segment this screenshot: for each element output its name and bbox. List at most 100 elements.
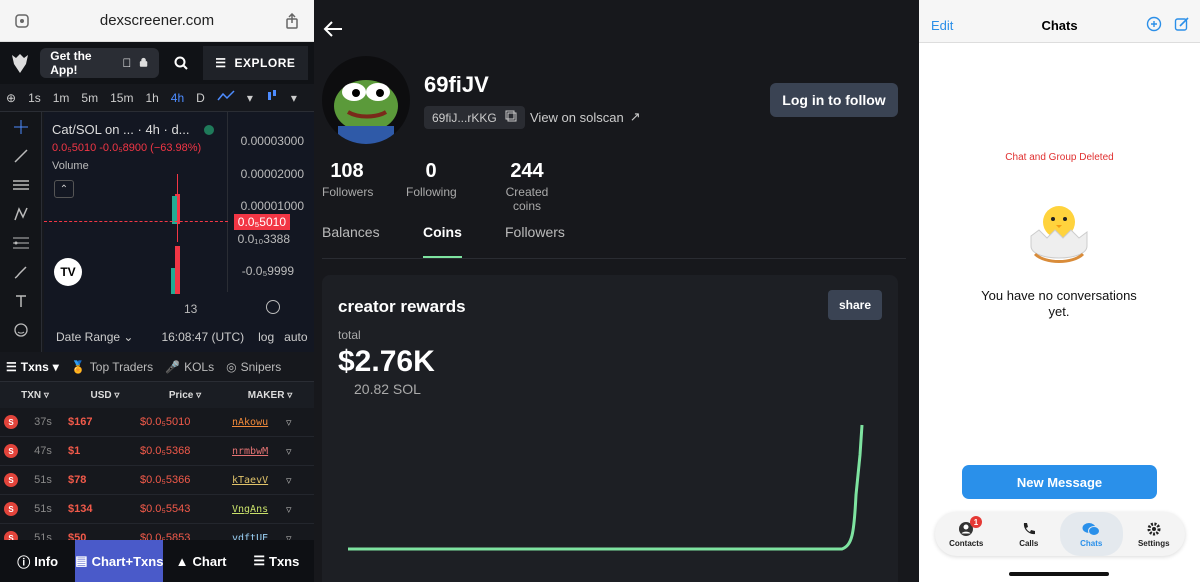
nav-chart[interactable]: ▲ Chart: [163, 540, 238, 582]
chart-type-icon[interactable]: [211, 90, 241, 105]
col-txn[interactable]: TXN ▿: [0, 390, 70, 401]
col-maker[interactable]: MAKER ▿: [230, 390, 310, 401]
tab-chats[interactable]: Chats: [1060, 512, 1123, 556]
tab-calls[interactable]: Calls: [998, 512, 1061, 556]
table-row[interactable]: S 51s $134 $0.0₅5543 VngAns ▿: [0, 495, 314, 524]
filter-icon[interactable]: ▿: [286, 503, 292, 516]
explore-button[interactable]: ☰ EXPLORE: [202, 46, 309, 80]
url-text[interactable]: dexscreener.com: [44, 12, 270, 29]
row-maker[interactable]: nrmbwM: [232, 446, 286, 457]
share-button[interactable]: share: [828, 290, 882, 320]
contacts-badge: 1: [970, 516, 982, 528]
new-message-button[interactable]: New Message: [962, 465, 1157, 499]
nav-txns[interactable]: ☰ Txns: [239, 540, 314, 582]
log-toggle[interactable]: log: [248, 330, 280, 344]
date-range-label: Date Range: [56, 330, 121, 344]
filter-icon[interactable]: ▿: [286, 416, 292, 429]
tab-coins[interactable]: Coins: [423, 224, 462, 258]
tf-4h[interactable]: 4h: [165, 91, 190, 105]
row-maker[interactable]: VngAns: [232, 504, 286, 515]
hatching-chick-icon: [1030, 206, 1088, 263]
stat-value: 244: [510, 160, 544, 182]
chart-bottom-bar: Date Range ⌄ 16:08:47 (UTC) log auto: [44, 324, 314, 350]
text-icon[interactable]: [0, 286, 41, 315]
row-age: 51s: [34, 503, 52, 515]
brush-icon[interactable]: [0, 257, 41, 286]
col-usd[interactable]: USD ▿: [70, 390, 140, 401]
solscan-link[interactable]: View on solscan ↗: [530, 109, 641, 125]
chart-canvas[interactable]: Cat/SOL on ... · 4h · d... 0.0₅5010 -0.0…: [44, 112, 314, 352]
filter-icon[interactable]: ▿: [286, 445, 292, 458]
chat-bubbles-icon: [1082, 522, 1101, 536]
tab-calls-label: Calls: [1019, 538, 1039, 548]
horizontal-lines-icon[interactable]: [0, 170, 41, 199]
tab-contacts[interactable]: 1 Contacts: [935, 512, 998, 556]
row-maker[interactable]: kTaevV: [232, 475, 286, 486]
chevron-down-icon[interactable]: ▾: [241, 91, 259, 105]
empty-state-text: You have no conversations yet.: [981, 288, 1137, 319]
copy-icon[interactable]: [505, 110, 517, 125]
nav-chart-txns[interactable]: ▤ Chart+Txns: [75, 540, 164, 582]
fib-icon[interactable]: [0, 228, 41, 257]
nav-info[interactable]: ⓘ Info: [0, 540, 75, 582]
tf-1s[interactable]: 1s: [22, 91, 47, 105]
tradingview-logo-icon[interactable]: TV: [54, 258, 82, 286]
dexscreener-logo-icon[interactable]: [6, 48, 34, 78]
price-chart[interactable]: Cat/SOL on ... · 4h · d... 0.0₅5010 -0.0…: [0, 112, 314, 352]
site-settings-icon[interactable]: [0, 13, 44, 29]
share-icon[interactable]: [270, 12, 314, 29]
chart-icon: ▲: [175, 553, 189, 569]
stat-label: Following: [406, 185, 457, 199]
tab-followers[interactable]: Followers: [505, 224, 565, 240]
table-row[interactable]: S 37s $167 $0.0₅5010 nAkowu ▿: [0, 408, 314, 437]
col-usd-label: USD: [90, 389, 112, 401]
login-follow-button[interactable]: Log in to follow: [770, 83, 898, 117]
crosshair-icon[interactable]: [0, 112, 41, 141]
row-maker[interactable]: nAkowu: [232, 417, 286, 428]
get-app-button[interactable]: Get the App! : [40, 48, 159, 78]
tf-d[interactable]: D: [190, 91, 211, 105]
date-range-button[interactable]: Date Range ⌄: [44, 330, 145, 344]
tab-txns[interactable]: ☰ Txns ▾: [0, 360, 65, 374]
compose-icon[interactable]: [1174, 16, 1190, 32]
new-group-icon[interactable]: [1146, 16, 1162, 32]
x-axis-label: 13: [184, 302, 198, 316]
sell-badge: S: [4, 415, 18, 429]
tab-top-traders-label: Top Traders: [89, 359, 154, 374]
row-age: 51s: [34, 474, 52, 486]
address-chip[interactable]: 69fiJ...rKKG: [424, 106, 525, 129]
back-arrow-icon[interactable]: [322, 18, 344, 45]
trendline-icon[interactable]: [0, 141, 41, 170]
tab-settings[interactable]: Settings: [1123, 512, 1186, 556]
candle-type-icon[interactable]: [259, 89, 285, 106]
auto-toggle[interactable]: auto: [280, 330, 311, 344]
tab-balances[interactable]: Balances: [322, 224, 380, 240]
chats-header: Edit Chats: [919, 0, 1200, 43]
volume-bar: [171, 268, 175, 294]
stat-following[interactable]: 0 Following: [406, 160, 457, 199]
add-indicator-icon[interactable]: ⊕: [0, 91, 22, 105]
tab-kols[interactable]: 🎤 KOLs: [159, 360, 220, 374]
stat-followers[interactable]: 108 Followers: [322, 160, 373, 199]
deleted-notice: Chat and Group Deleted: [1005, 152, 1114, 163]
chevron-down-icon[interactable]: ▾: [285, 91, 303, 105]
time-settings-icon[interactable]: [266, 300, 280, 314]
pattern-icon[interactable]: [0, 199, 41, 228]
tf-15m[interactable]: 15m: [104, 91, 139, 105]
gear-icon: [1147, 522, 1161, 535]
tab-snipers[interactable]: ◎ Snipers: [220, 360, 287, 374]
creator-rewards-card: creator rewards share total $2.76K 20.82…: [322, 275, 898, 582]
table-row[interactable]: S 51s $78 $0.0₅5366 kTaevV ▿: [0, 466, 314, 495]
tab-top-traders[interactable]: 🏅 Top Traders: [65, 360, 159, 374]
tf-5m[interactable]: 5m: [75, 91, 104, 105]
col-price[interactable]: Price ▿: [140, 390, 230, 401]
stat-created-coins[interactable]: 244 Created coins: [490, 160, 564, 213]
tf-1h[interactable]: 1h: [139, 91, 164, 105]
profile-username: 69fiJV: [424, 72, 489, 97]
emoji-icon[interactable]: [0, 315, 41, 344]
table-row[interactable]: S 47s $1 $0.0₅5368 nrmbwM ▿: [0, 437, 314, 466]
current-price-tag: 0.0₅5010: [233, 214, 290, 230]
search-icon[interactable]: [165, 56, 197, 70]
filter-icon[interactable]: ▿: [286, 474, 292, 487]
tf-1m[interactable]: 1m: [47, 91, 76, 105]
